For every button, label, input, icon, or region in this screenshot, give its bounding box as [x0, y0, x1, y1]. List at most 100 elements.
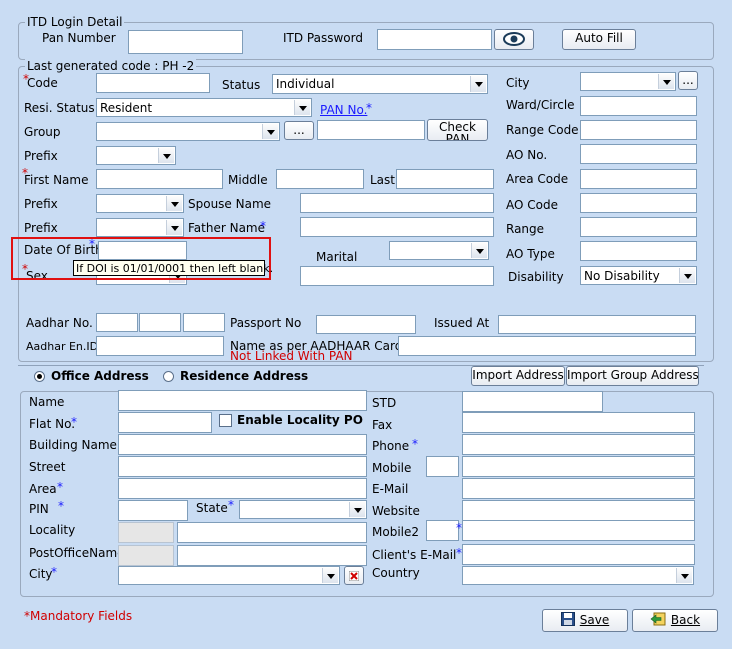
std-input[interactable] [462, 391, 603, 412]
chevron-down-icon[interactable] [158, 148, 174, 163]
aadhar-part1-input[interactable] [96, 313, 138, 332]
ao-code-input[interactable] [580, 193, 697, 213]
name-as-aadhaar-input[interactable] [398, 336, 696, 356]
flat-no-label: Flat No. [29, 417, 76, 431]
city-address-mandatory-marker: * [51, 565, 57, 579]
mobile-input[interactable] [462, 456, 695, 477]
mobile2-input[interactable] [462, 520, 695, 541]
chevron-down-icon[interactable] [679, 268, 695, 283]
chevron-down-icon[interactable] [676, 568, 692, 583]
chevron-down-icon[interactable] [322, 568, 338, 583]
residence-address-label[interactable]: Residence Address [180, 369, 308, 383]
spouse-name-label: Spouse Name [188, 197, 272, 211]
passport-no-input[interactable] [316, 315, 416, 334]
spouse-name-input[interactable] [300, 193, 494, 213]
chevron-down-icon[interactable] [294, 100, 310, 115]
aadhar-en-id-input[interactable] [96, 336, 224, 356]
office-address-label[interactable]: Office Address [51, 369, 149, 383]
mobile-std-input[interactable] [426, 456, 459, 477]
mobile2-std-input[interactable] [426, 520, 459, 541]
resi-status-label: Resi. Status [24, 101, 95, 115]
ward-circle-input[interactable] [580, 96, 697, 116]
enable-locality-label[interactable]: Enable Locality PO [237, 413, 363, 427]
post-office-input[interactable] [177, 545, 367, 566]
street-input[interactable] [118, 456, 367, 477]
ao-no-input[interactable] [580, 144, 697, 164]
spouse-prefix-select[interactable] [96, 194, 184, 213]
flat-no-mandatory-marker: * [71, 415, 77, 429]
group-select[interactable] [96, 122, 280, 141]
country-select[interactable] [462, 566, 694, 585]
chevron-down-icon[interactable] [166, 220, 182, 235]
aadhar-part2-input[interactable] [139, 313, 181, 332]
state-select[interactable] [239, 500, 367, 519]
phone-input[interactable] [462, 434, 695, 455]
name-input[interactable] [118, 390, 367, 411]
std-label: STD [372, 396, 397, 410]
check-pan-button[interactable]: Check PAN [427, 119, 488, 141]
middle-name-input[interactable] [276, 169, 364, 189]
range-code-input[interactable] [580, 120, 697, 140]
clear-city-button[interactable] [344, 566, 364, 585]
residence-address-radio[interactable] [163, 371, 174, 382]
building-name-input[interactable] [118, 434, 367, 455]
import-group-address-button[interactable]: Import Group Address [566, 366, 699, 386]
itd-password-input[interactable] [377, 29, 492, 50]
father-prefix-select[interactable] [96, 218, 184, 237]
marital-select[interactable] [389, 241, 489, 260]
chevron-down-icon[interactable] [658, 74, 674, 89]
disability-select[interactable]: No Disability [580, 266, 697, 285]
state-label: State [196, 501, 228, 515]
chevron-down-icon[interactable] [349, 502, 365, 517]
email-input[interactable] [462, 478, 695, 499]
code-input[interactable] [96, 73, 210, 93]
pan-no-link[interactable]: PAN No. [320, 103, 367, 117]
chevron-down-icon[interactable] [262, 124, 278, 139]
pin-input[interactable] [118, 500, 188, 521]
ward-circle-label: Ward/Circle [506, 98, 575, 112]
city-select[interactable] [580, 72, 676, 91]
status-label: Status [222, 78, 261, 92]
status-select[interactable]: Individual [272, 74, 488, 94]
group-browse-button[interactable]: ... [284, 121, 314, 140]
city-label: City [506, 76, 530, 90]
range-label: Range [506, 222, 545, 236]
auto-fill-button[interactable]: Auto Fill [562, 29, 636, 50]
email-label: E-Mail [372, 482, 409, 496]
clients-email-input[interactable] [462, 544, 695, 565]
prefix-select[interactable] [96, 146, 176, 165]
show-password-button[interactable] [494, 29, 534, 50]
pin-label: PIN [29, 502, 49, 516]
fax-input[interactable] [462, 412, 695, 433]
first-name-input[interactable] [96, 169, 223, 189]
range-input[interactable] [580, 217, 697, 237]
save-button[interactable]: Save [542, 609, 628, 632]
name-label: Name [29, 395, 65, 409]
ao-type-input[interactable] [580, 241, 697, 261]
aadhar-part3-input[interactable] [183, 313, 225, 332]
resi-status-select[interactable]: Resident [96, 98, 312, 117]
locality-input[interactable] [177, 522, 367, 543]
issued-at-input[interactable] [498, 315, 696, 334]
spouse-prefix-label: Prefix [24, 197, 58, 211]
chevron-down-icon[interactable] [471, 243, 487, 258]
pan-number-input[interactable] [128, 30, 243, 54]
chevron-down-icon[interactable] [166, 196, 182, 211]
father-name-input[interactable] [300, 217, 494, 237]
office-address-radio[interactable] [34, 371, 45, 382]
back-button[interactable]: Back [632, 609, 718, 632]
last-name-input[interactable] [396, 169, 494, 189]
website-input[interactable] [462, 500, 695, 521]
city-address-select[interactable] [118, 566, 340, 585]
area-input[interactable] [118, 478, 367, 499]
area-code-input[interactable] [580, 169, 697, 189]
flat-no-input[interactable] [118, 412, 212, 433]
chevron-down-icon[interactable] [470, 76, 486, 92]
enable-locality-checkbox[interactable] [219, 414, 232, 427]
pan-no-input[interactable] [317, 120, 425, 140]
marital-extra-input[interactable] [300, 266, 494, 286]
city-browse-button[interactable]: ... [678, 71, 698, 90]
city-address-label: City [29, 567, 53, 581]
import-address-button[interactable]: Import Address [471, 366, 565, 386]
locality-label: Locality [29, 523, 76, 537]
